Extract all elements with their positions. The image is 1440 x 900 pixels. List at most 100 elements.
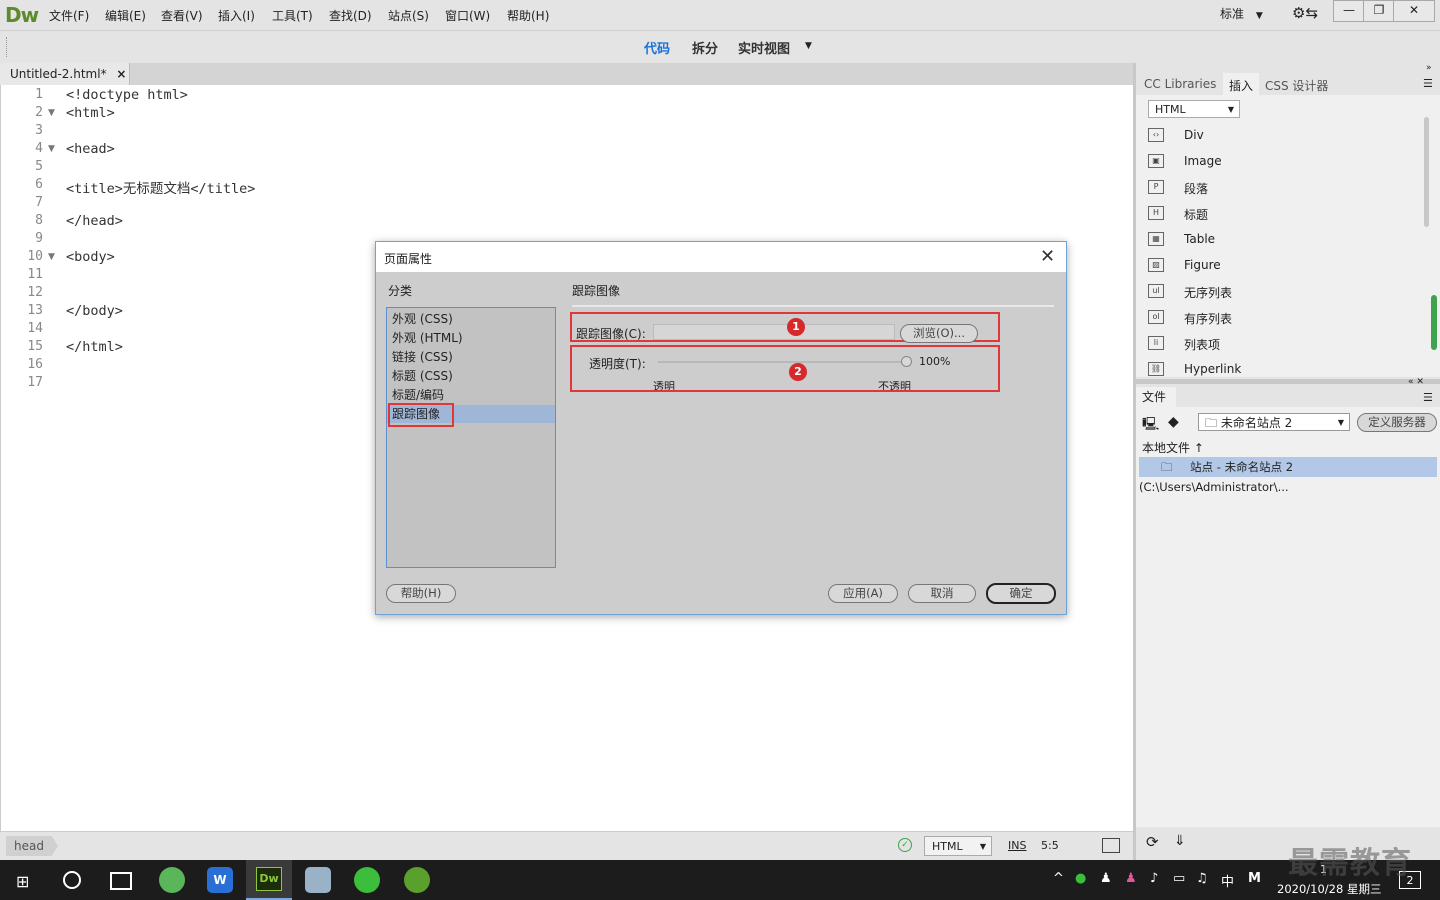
- menu-insert[interactable]: 插入(I): [218, 7, 255, 24]
- windows-start-icon[interactable]: ⊞: [16, 872, 29, 891]
- chevron-up-icon[interactable]: ^: [1053, 871, 1064, 886]
- panel-divider[interactable]: [1136, 379, 1440, 384]
- connect-icon[interactable]: 🖳: [1142, 415, 1159, 437]
- site-select[interactable]: 🗀 未命名站点 2 ▼: [1198, 413, 1350, 431]
- local-files-header[interactable]: 本地文件 ↑: [1142, 439, 1204, 456]
- close-icon[interactable]: ✕: [1040, 246, 1055, 267]
- fold-toggle-icon[interactable]: ▼: [48, 108, 55, 118]
- network-icon[interactable]: ▭: [1173, 871, 1185, 886]
- insert-item[interactable]: ⛓ Hyperlink: [1136, 359, 1416, 379]
- workspace-switcher[interactable]: 标准 ▼: [1220, 5, 1263, 22]
- tab-cc-libraries[interactable]: CC Libraries: [1144, 77, 1216, 91]
- panel-menu-icon[interactable]: ☰: [1423, 391, 1433, 404]
- tab-css-designer[interactable]: CSS 设计器: [1265, 77, 1328, 94]
- panel-menu-icon[interactable]: ☰: [1423, 77, 1433, 90]
- notification-tray-icon[interactable]: ♪: [1150, 871, 1158, 886]
- ime-indicator[interactable]: 中: [1221, 871, 1234, 890]
- ok-button[interactable]: 确定: [986, 583, 1056, 604]
- insert-item[interactable]: ‹› Div: [1136, 125, 1416, 145]
- menu-tools[interactable]: 工具(T): [272, 7, 313, 24]
- insert-item[interactable]: ol 有序列表: [1136, 307, 1416, 327]
- apply-button[interactable]: 应用(A): [828, 584, 898, 603]
- menu-view[interactable]: 查看(V): [161, 7, 203, 24]
- insert-item[interactable]: H 标题: [1136, 203, 1416, 223]
- tab-files[interactable]: 文件: [1136, 387, 1176, 407]
- category-item[interactable]: 标题 (CSS): [387, 367, 555, 385]
- volume-icon[interactable]: ♫: [1196, 871, 1208, 886]
- dreamweaver-taskbar-item[interactable]: Dw: [246, 860, 292, 900]
- fold-toggle-icon[interactable]: ▼: [48, 252, 55, 262]
- menu-window[interactable]: 窗口(W): [445, 7, 490, 24]
- code-line[interactable]: <body>: [66, 249, 115, 265]
- clock-date[interactable]: 2020/10/28 星期三: [1277, 881, 1381, 897]
- code-line[interactable]: <head>: [66, 141, 115, 157]
- collapse-panel-icon[interactable]: »: [1426, 63, 1432, 73]
- menu-file[interactable]: 文件(F): [49, 7, 89, 24]
- refresh-icon[interactable]: ⟳: [1146, 833, 1159, 851]
- window-size-icon[interactable]: [1102, 838, 1120, 853]
- wechat-tray-icon[interactable]: ●: [1075, 871, 1086, 886]
- menu-help[interactable]: 帮助(H): [507, 7, 549, 24]
- opacity-label: 透明度(T):: [589, 357, 646, 371]
- green-app-icon[interactable]: [404, 867, 430, 893]
- menu-edit[interactable]: 编辑(E): [105, 7, 146, 24]
- ime-mode-indicator[interactable]: M: [1248, 871, 1261, 886]
- code-line[interactable]: </head>: [66, 213, 123, 229]
- qq2-tray-icon[interactable]: ♟: [1125, 871, 1137, 886]
- insert-item[interactable]: ▨ Figure: [1136, 255, 1416, 275]
- cancel-button[interactable]: 取消: [908, 584, 976, 603]
- category-item[interactable]: 链接 (CSS): [387, 348, 555, 366]
- minimize-button[interactable]: —: [1333, 0, 1365, 22]
- view-live-button[interactable]: 实时视图: [738, 38, 790, 57]
- sync-settings-icon[interactable]: ⚙⇆: [1292, 4, 1318, 22]
- insert-scrollbar[interactable]: [1424, 117, 1429, 227]
- folder-icon: 🗀: [1205, 416, 1218, 430]
- code-line[interactable]: <title>无标题文档</title>: [66, 177, 255, 197]
- wechat-app-icon[interactable]: [354, 867, 380, 893]
- collapse-files-icon[interactable]: « ✕: [1408, 377, 1424, 387]
- notepad-app-icon[interactable]: [305, 867, 331, 893]
- document-tab[interactable]: Untitled-2.html* ×: [0, 63, 130, 85]
- help-button[interactable]: 帮助(H): [386, 584, 456, 603]
- browser-app-icon[interactable]: [159, 867, 185, 893]
- task-view-icon[interactable]: [110, 872, 132, 890]
- language-select[interactable]: HTML ▼: [924, 836, 992, 856]
- code-line[interactable]: <!doctype html>: [66, 87, 188, 103]
- code-line[interactable]: </body>: [66, 303, 123, 319]
- tag-selector[interactable]: head: [6, 836, 58, 856]
- chevron-down-icon[interactable]: ▼: [805, 41, 812, 51]
- define-server-button[interactable]: 定义服务器: [1357, 413, 1437, 432]
- search-icon[interactable]: [63, 871, 81, 889]
- menu-site[interactable]: 站点(S): [388, 7, 429, 24]
- opacity-slider-thumb[interactable]: [901, 356, 912, 367]
- wps-app-icon[interactable]: W: [207, 867, 233, 893]
- category-item[interactable]: 外观 (CSS): [387, 310, 555, 328]
- insert-item[interactable]: P 段落: [1136, 177, 1416, 197]
- browse-button[interactable]: 浏览(O)...: [900, 324, 978, 343]
- code-line[interactable]: <html>: [66, 105, 115, 121]
- restore-button[interactable]: ❐: [1363, 0, 1395, 22]
- insert-item[interactable]: ul 无序列表: [1136, 281, 1416, 301]
- insert-category-select[interactable]: HTML ▼: [1148, 100, 1240, 118]
- menu-find[interactable]: 查找(D): [329, 7, 372, 24]
- category-item[interactable]: 标题/编码: [387, 386, 555, 404]
- code-line[interactable]: </html>: [66, 339, 123, 355]
- opacity-slider-track[interactable]: [658, 361, 906, 363]
- view-split-button[interactable]: 拆分: [692, 38, 718, 57]
- windows-taskbar: ⊞ W Dw ^ ● ♟ ♟ ♪ ▭ ♫ 中 M 1 2020/10/28 星期…: [0, 860, 1440, 900]
- close-icon[interactable]: ×: [116, 67, 126, 81]
- insert-item[interactable]: ▣ Image: [1136, 151, 1416, 171]
- get-files-icon[interactable]: ⇓: [1174, 833, 1186, 849]
- category-item[interactable]: 外观 (HTML): [387, 329, 555, 347]
- heading-icon: H: [1148, 206, 1164, 220]
- insert-item[interactable]: li 列表项: [1136, 333, 1416, 353]
- insert-mode[interactable]: INS: [1008, 839, 1026, 852]
- insert-item[interactable]: ▦ Table: [1136, 229, 1416, 249]
- fold-toggle-icon[interactable]: ▼: [48, 144, 55, 154]
- git-icon[interactable]: ◆: [1168, 414, 1179, 430]
- qq-tray-icon[interactable]: ♟: [1100, 871, 1112, 886]
- site-root-row[interactable]: 🗀 站点 - 未命名站点 2 (C:\Users\Administrator\.…: [1139, 457, 1437, 494]
- tracing-image-input[interactable]: [653, 324, 895, 340]
- close-window-button[interactable]: ✕: [1393, 0, 1435, 22]
- view-code-button[interactable]: 代码: [644, 38, 670, 57]
